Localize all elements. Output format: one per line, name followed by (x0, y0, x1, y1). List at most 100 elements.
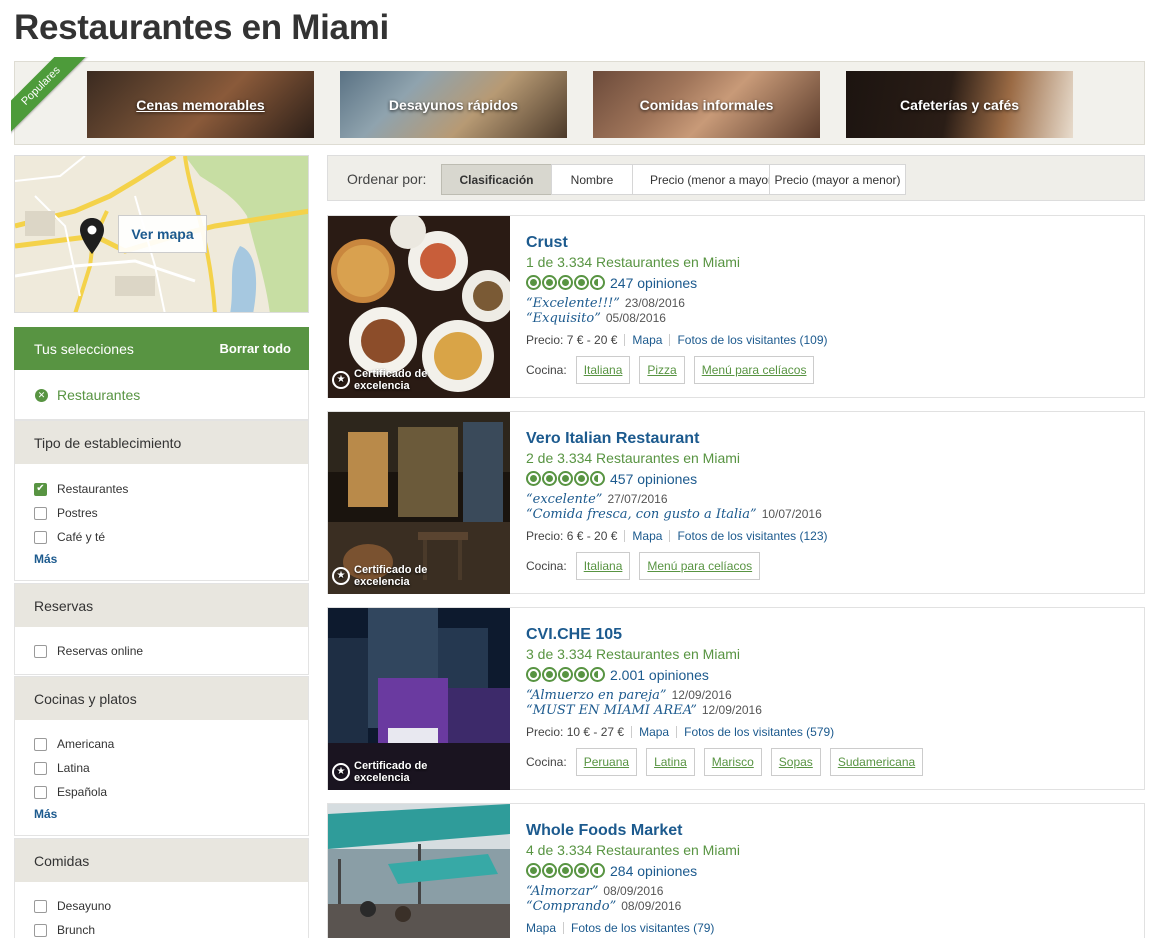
selections-header: Tus selecciones Borrar todo (14, 327, 309, 370)
map-link[interactable]: Mapa (632, 333, 662, 347)
sort-bar: Ordenar por: Clasificación Nombre Precio… (327, 155, 1145, 201)
map-link[interactable]: Mapa (639, 725, 669, 739)
checkbox[interactable] (34, 506, 47, 520)
visitor-photos-link[interactable]: Fotos de los visitantes (79) (571, 921, 714, 935)
more-establishments-link[interactable]: Más (34, 552, 57, 566)
cuisine-tag[interactable]: Menú para celíacos (639, 552, 761, 580)
checkbox[interactable] (34, 899, 47, 913)
reviews-count-link[interactable]: 457 opiniones (610, 471, 697, 487)
filter-option-latina[interactable]: Latina (34, 761, 90, 775)
rating-row: 2.001 opiniones (526, 665, 1126, 684)
rating-bubbles-icon (526, 275, 605, 290)
checkbox[interactable] (34, 785, 47, 799)
review-title-link[interactable]: “excelente” (526, 492, 602, 507)
clear-all-button[interactable]: Borrar todo (220, 341, 292, 356)
sort-label: Ordenar por: (347, 171, 427, 187)
category-desayunos-rapidos[interactable]: Desayunos rápidos (340, 71, 567, 138)
cuisine-tag[interactable]: Italiana (575, 552, 631, 580)
review-title-link[interactable]: “Almorzar” (526, 884, 598, 899)
selections-title: Tus selecciones (34, 340, 134, 357)
checkbox[interactable] (34, 737, 47, 751)
view-map-button[interactable]: Ver mapa (118, 215, 207, 253)
review-snippets: “excelente” 27/07/2016 “Comida fresca, co… (526, 492, 1126, 522)
listing-photo[interactable] (328, 804, 510, 938)
sort-option-price-desc[interactable]: Precio (mayor a menor) (769, 164, 906, 195)
filter-reservations: Reservas Reservas online (14, 583, 309, 675)
filter-title: Reservas (15, 584, 308, 627)
mini-map[interactable]: Ver mapa (14, 155, 309, 313)
map-link[interactable]: Mapa (526, 921, 556, 935)
filter-option-espanola[interactable]: Española (34, 785, 107, 799)
reviews-count-link[interactable]: 247 opiniones (610, 275, 697, 291)
cuisine-tag[interactable]: Peruana (575, 748, 638, 776)
filter-option-restaurantes[interactable]: ✔ Restaurantes (34, 482, 128, 496)
certificate-badge: ★ Certificado de excelencia (332, 760, 427, 784)
rating-row: 247 opiniones (526, 273, 1126, 292)
reviews-count-link[interactable]: 284 opiniones (610, 863, 697, 879)
listing-card: ★ Certificado de excelencia CVI.CHE 105 3… (327, 607, 1145, 790)
remove-icon[interactable]: ✕ (35, 388, 48, 402)
review-snippet: “excelente” 27/07/2016 (526, 492, 668, 507)
visitor-photos-link[interactable]: Fotos de los visitantes (109) (677, 333, 827, 347)
restaurant-name-link[interactable]: Vero Italian Restaurant (526, 430, 1126, 450)
review-title-link[interactable]: “Comida fresca, con gusto a Italia” (526, 507, 757, 522)
review-snippet: “Excelente!!!” 23/08/2016 (526, 296, 685, 311)
popular-ribbon: Populares (11, 57, 93, 139)
cuisine-tag[interactable]: Pizza (639, 356, 685, 384)
cuisine-tag[interactable]: Latina (646, 748, 695, 776)
checkbox[interactable] (34, 644, 47, 658)
rating-bubbles-icon (526, 471, 605, 486)
cuisine-tag[interactable]: Sopas (770, 748, 821, 776)
category-cafeterias-cafes[interactable]: Cafeterías y cafés (846, 71, 1073, 138)
sort-option-price-asc[interactable]: Precio (menor a mayor) (632, 164, 770, 195)
filter-option-cafe-te[interactable]: Café y té (34, 530, 105, 544)
rating-bubbles-icon (526, 667, 605, 682)
listing-meta: Precio: 6 € - 20 € Mapa Fotos de los vis… (526, 528, 1126, 543)
more-cuisines-link[interactable]: Más (34, 807, 57, 821)
review-title-link[interactable]: “Almuerzo en pareja” (526, 688, 667, 703)
cuisine-tag[interactable]: Italiana (575, 356, 631, 384)
listing-photo[interactable]: ★ Certificado de excelencia (328, 608, 510, 790)
review-title-link[interactable]: “Comprando” (526, 899, 616, 914)
checkbox[interactable] (34, 530, 47, 544)
restaurant-name-link[interactable]: CVI.CHE 105 (526, 626, 1126, 646)
review-title-link[interactable]: “Exquisito” (526, 311, 601, 326)
review-snippets: “Excelente!!!” 23/08/2016 “Exquisito” 05/0… (526, 296, 1126, 326)
filter-option-reservas-online[interactable]: Reservas online (34, 644, 143, 658)
review-title-link[interactable]: “MUST EN MIAMI AREA” (526, 703, 697, 718)
visitor-photos-link[interactable]: Fotos de los visitantes (123) (677, 529, 827, 543)
price-range: 6 € - 20 € (566, 528, 618, 543)
listing-meta: Precio: 10 € - 27 € Mapa Fotos de los vi… (526, 724, 1126, 739)
cuisine-tag[interactable]: Sudamericana (829, 748, 924, 776)
restaurant-name-link[interactable]: Crust (526, 234, 1126, 254)
filter-option-postres[interactable]: Postres (34, 506, 98, 520)
sort-option-rating[interactable]: Clasificación (441, 164, 552, 195)
cuisine-tag[interactable]: Marisco (703, 748, 762, 776)
cuisine-label: Cocina: (526, 559, 567, 573)
cuisine-label: Cocina: (526, 363, 567, 377)
visitor-photos-link[interactable]: Fotos de los visitantes (579) (684, 725, 834, 739)
review-snippet: “Almorzar” 08/09/2016 (526, 884, 664, 899)
listing-photo[interactable]: ★ Certificado de excelencia (328, 216, 510, 398)
category-comidas-informales[interactable]: Comidas informales (593, 71, 820, 138)
checkbox[interactable] (34, 923, 47, 937)
reviews-count-link[interactable]: 2.001 opiniones (610, 667, 709, 683)
sort-option-name[interactable]: Nombre (551, 164, 633, 195)
filter-option-brunch[interactable]: Brunch (34, 923, 95, 937)
certificate-badge: ★ Certificado de excelencia (332, 564, 427, 588)
map-link[interactable]: Mapa (632, 529, 662, 543)
certificate-badge: ★ Certificado de excelencia (332, 368, 427, 392)
cuisine-tag[interactable]: Menú para celíacos (693, 356, 815, 384)
filter-option-desayuno[interactable]: Desayuno (34, 899, 111, 913)
restaurant-name-link[interactable]: Whole Foods Market (526, 822, 1126, 842)
price-range: 10 € - 27 € (566, 724, 625, 739)
rating-row: 284 opiniones (526, 861, 1126, 880)
listing-photo[interactable]: ★ Certificado de excelencia (328, 412, 510, 594)
checkbox[interactable] (34, 761, 47, 775)
filter-option-americana[interactable]: Americana (34, 737, 114, 751)
listing-meta: Precio: 7 € - 20 € Mapa Fotos de los vis… (526, 332, 1126, 347)
category-cenas-memorables[interactable]: Cenas memorables (87, 71, 314, 138)
selection-chip-restaurantes[interactable]: ✕ Restaurantes (35, 387, 140, 403)
review-title-link[interactable]: “Excelente!!!” (526, 296, 620, 311)
checkbox-checked[interactable]: ✔ (34, 482, 47, 496)
